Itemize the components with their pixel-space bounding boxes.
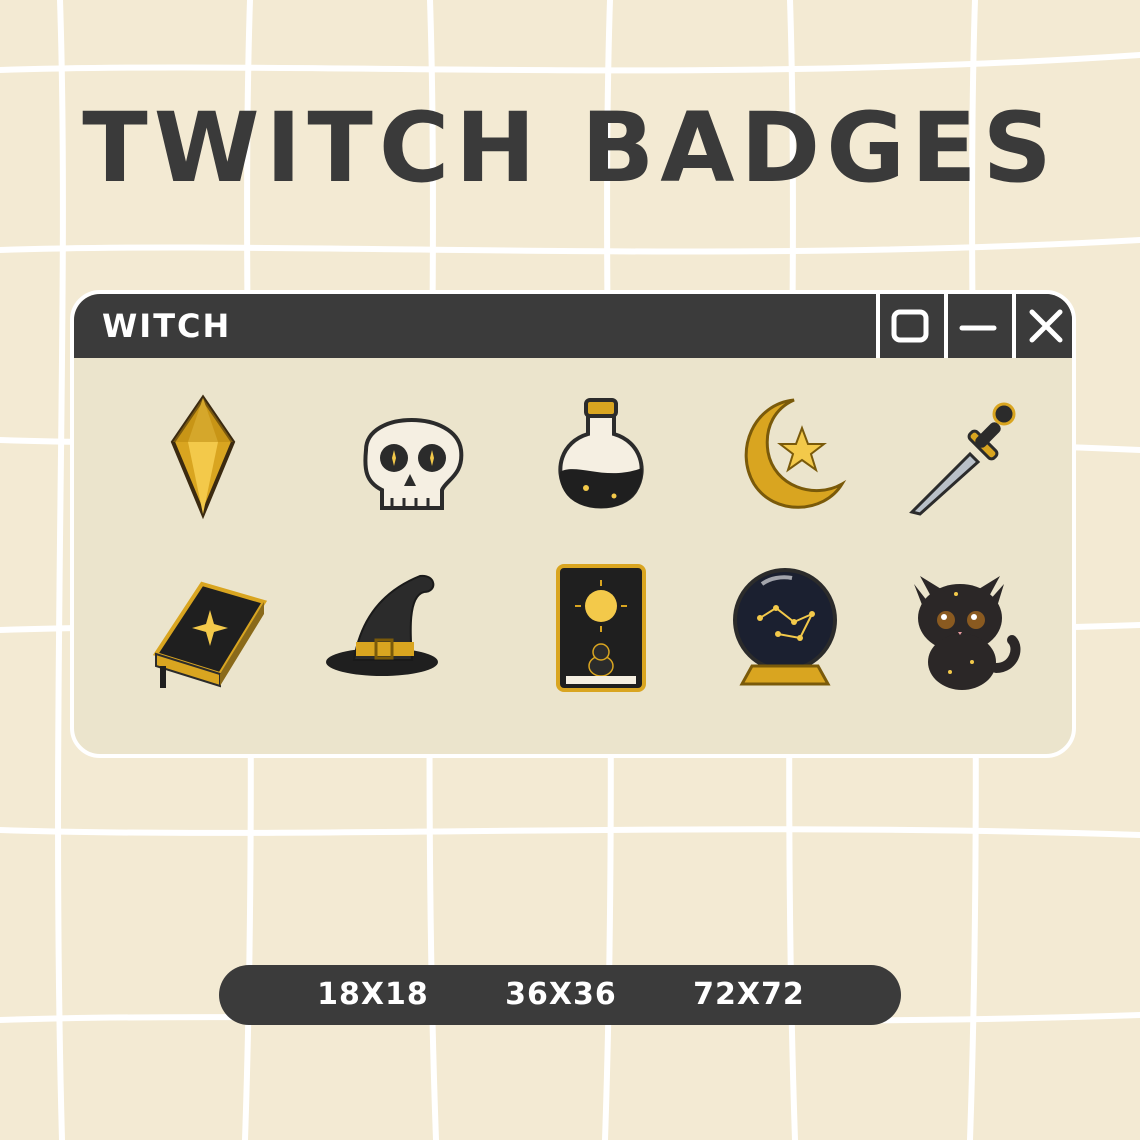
size-bar: 18X18 36X36 72X72	[219, 965, 901, 1025]
gold-crystal-icon	[138, 390, 268, 520]
witch-hat-icon	[320, 562, 450, 692]
spellbook-icon	[144, 562, 274, 692]
square-icon	[891, 309, 929, 343]
size-72: 72X72	[693, 977, 805, 1012]
crystal-ball-icon	[720, 562, 850, 692]
window-title: WITCH	[102, 307, 232, 345]
minus-icon	[959, 325, 997, 331]
tarot-card-icon	[536, 562, 666, 692]
close-icon	[1029, 309, 1063, 343]
badge-window: WITCH	[70, 290, 1076, 758]
potion-bottle-icon	[536, 390, 666, 520]
window-titlebar: WITCH	[74, 294, 1072, 358]
crescent-moon-star-icon	[724, 390, 854, 520]
dagger-icon	[900, 390, 1030, 520]
size-18: 18X18	[317, 977, 429, 1012]
close-button[interactable]	[1012, 294, 1072, 358]
badge-grid	[74, 358, 1072, 754]
size-36: 36X36	[505, 977, 617, 1012]
skull-icon	[346, 390, 476, 520]
minimize-button[interactable]	[944, 294, 1008, 358]
maximize-button[interactable]	[876, 294, 940, 358]
black-cat-icon	[900, 562, 1030, 692]
page-title: TWITCH BADGES	[82, 92, 1058, 204]
